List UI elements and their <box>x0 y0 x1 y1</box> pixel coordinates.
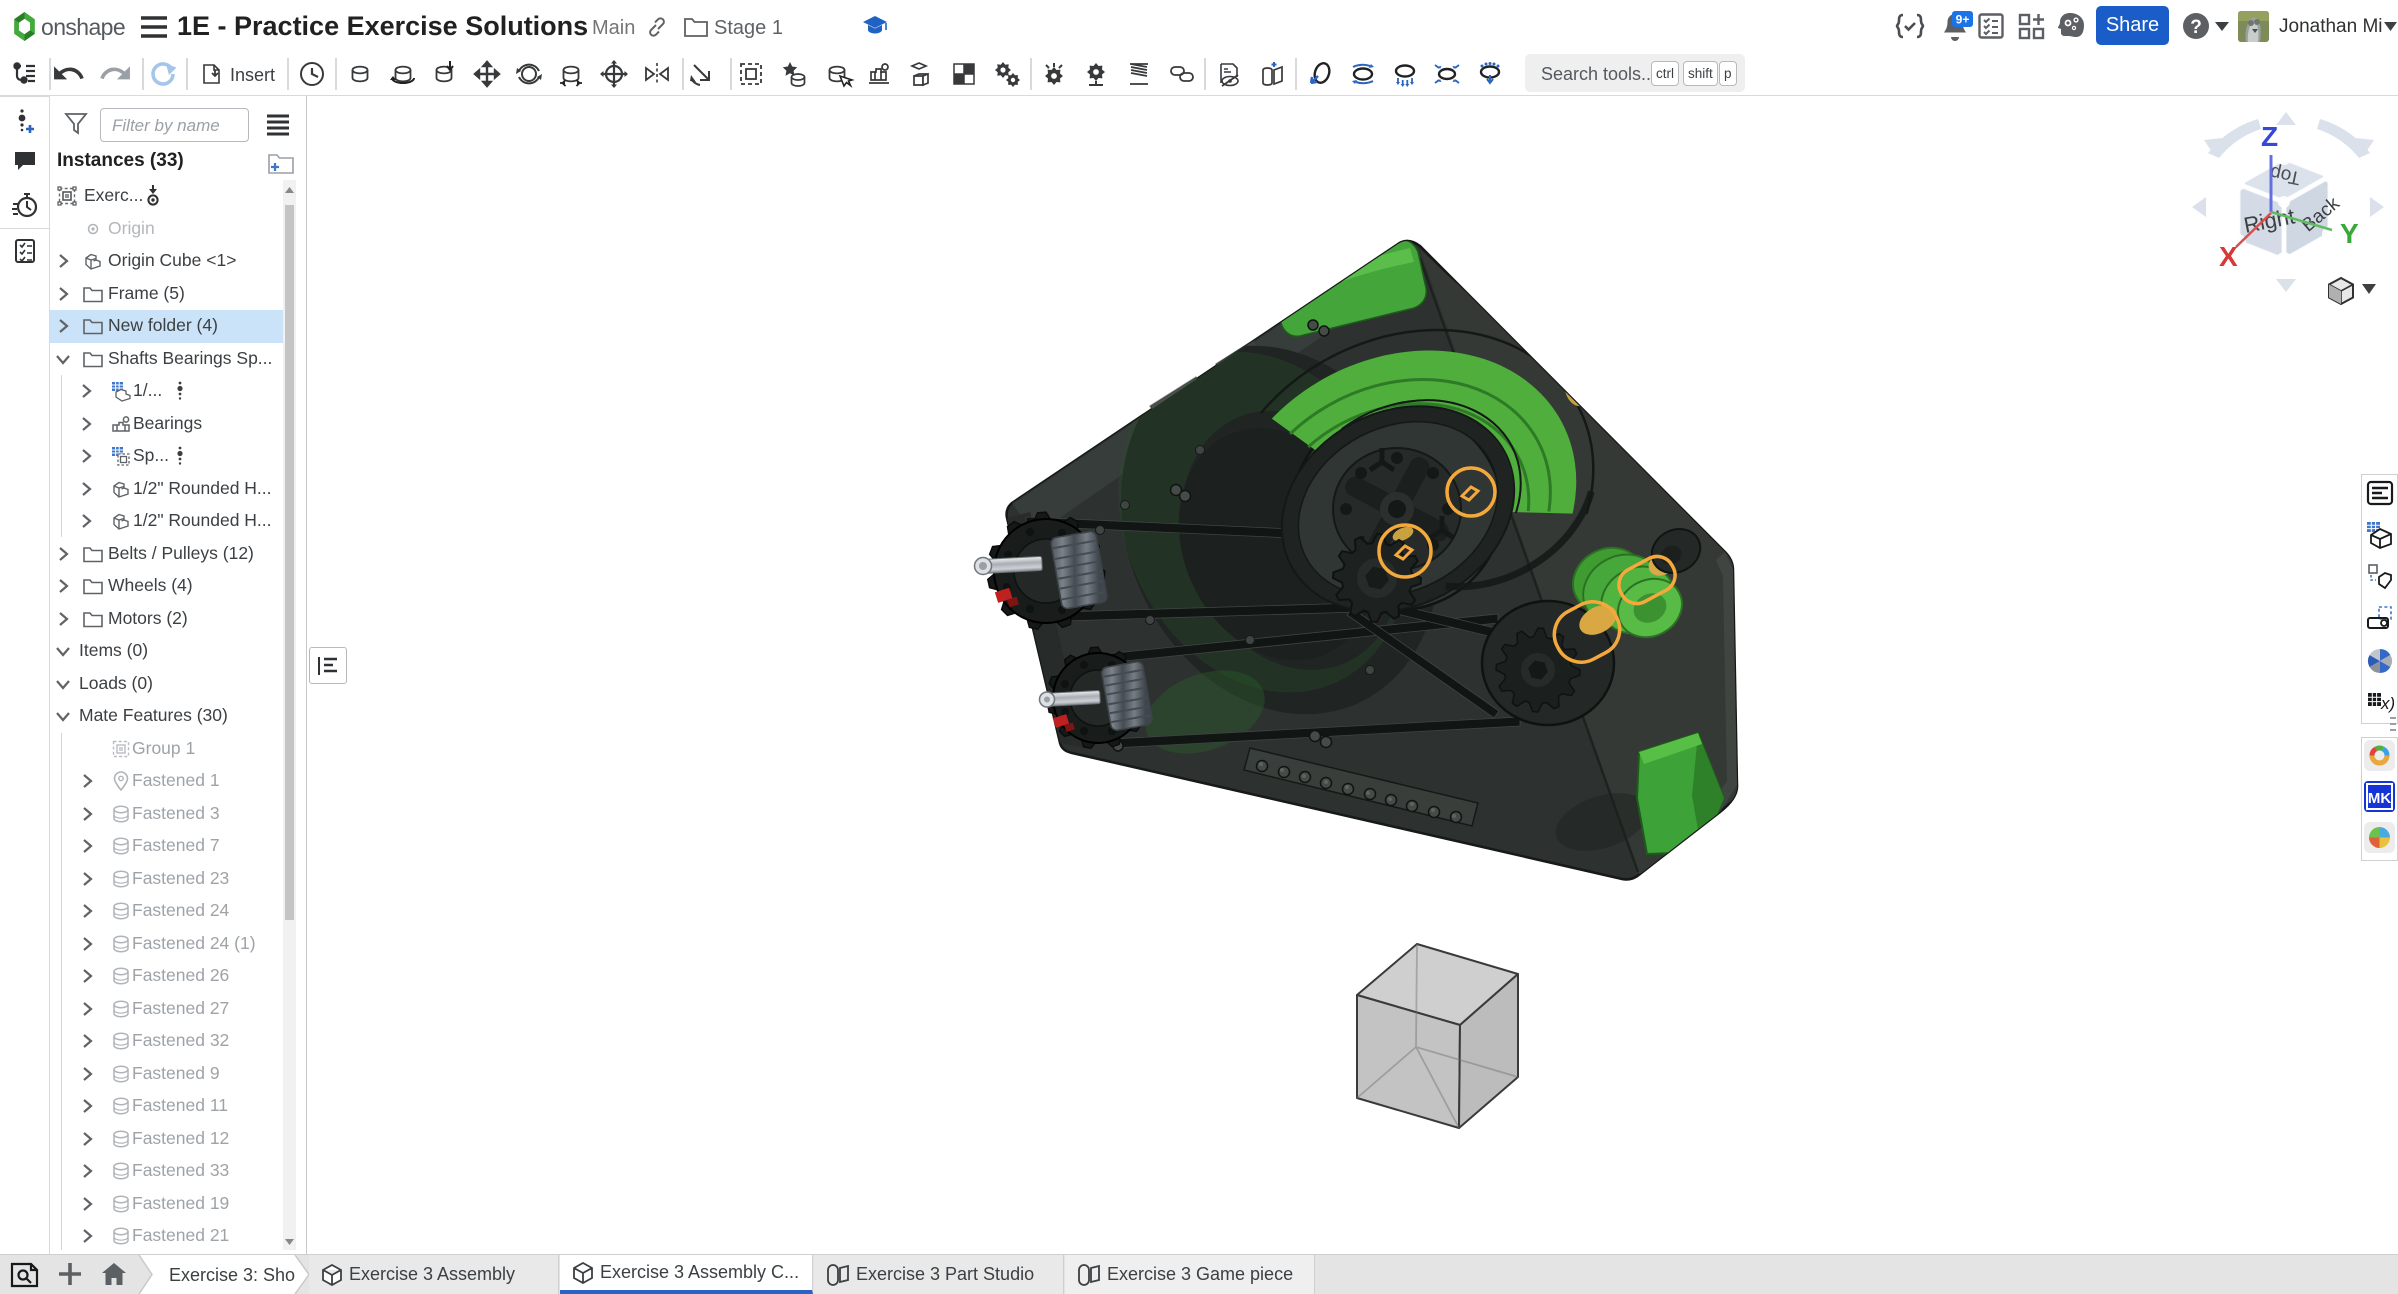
svg-text:X: X <box>2219 241 2238 272</box>
svg-text:9+: 9+ <box>1956 13 1970 27</box>
svg-text:?: ? <box>2190 17 2202 38</box>
svg-text:Insert: Insert <box>230 65 275 85</box>
svg-text:x): x) <box>2380 694 2394 713</box>
svg-text:MK: MK <box>2368 790 2391 807</box>
svg-text:Z: Z <box>2261 121 2278 152</box>
svg-text:Y: Y <box>2340 218 2359 249</box>
svg-text:Exercise 3: Sho: Exercise 3: Sho <box>169 1265 295 1285</box>
